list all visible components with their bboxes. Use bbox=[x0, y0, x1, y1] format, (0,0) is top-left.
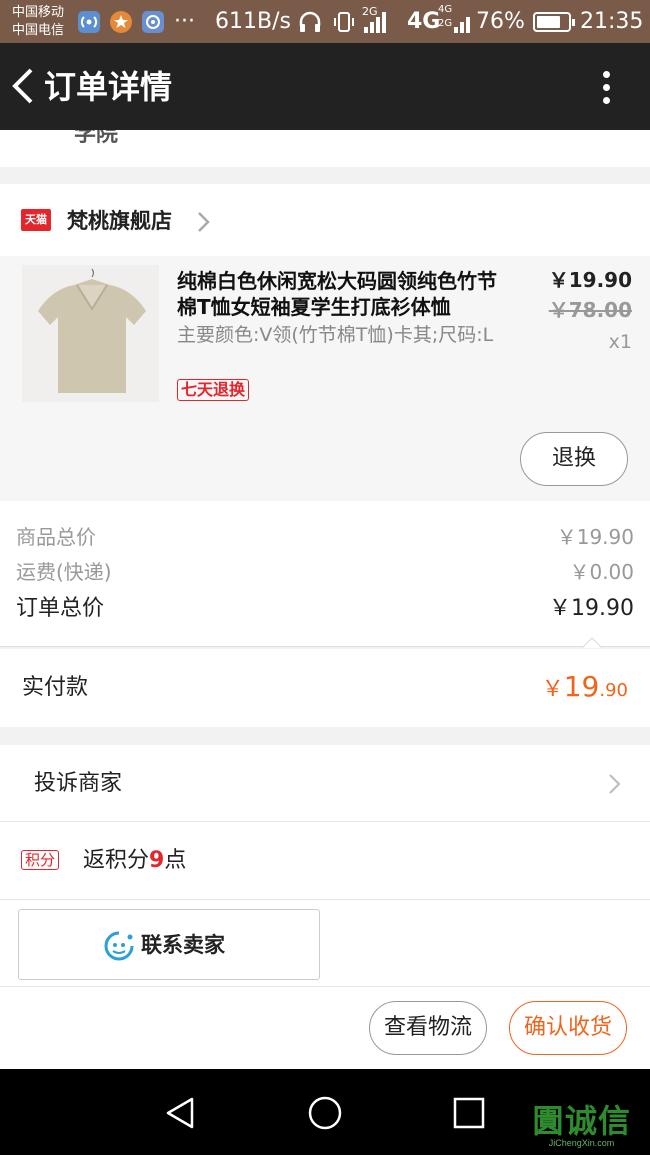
paid-currency: ￥ bbox=[541, 677, 564, 702]
actual-payment-amount: ￥19.90 bbox=[542, 669, 628, 709]
contact-seller-label: 联系卖家 bbox=[141, 933, 225, 957]
complaint-row[interactable]: 投诉商家 bbox=[0, 745, 650, 822]
product-sku: 主要颜色:V领(竹节棉T恤)卡其;尺码:L bbox=[177, 324, 494, 346]
more-menu-icon[interactable] bbox=[600, 71, 612, 107]
product-item[interactable]: 纯棉白色休闲宽松大码圆领纯色竹节棉T恤女短袖夏学生打底衫体恤 主要颜色:V领(竹… bbox=[0, 256, 650, 501]
carrier-1: 中国移动 bbox=[12, 5, 65, 20]
signal-bar-4 bbox=[382, 12, 386, 33]
points-text: 返积分9点 bbox=[83, 846, 186, 876]
shop-row[interactable]: 天猫 梵桃旗舰店 bbox=[0, 184, 650, 256]
back-arrow-icon[interactable] bbox=[10, 68, 38, 104]
app-notification-icon bbox=[142, 11, 164, 33]
star-app-icon bbox=[110, 11, 132, 33]
points-prefix: 返积分 bbox=[83, 848, 150, 873]
shipping-value: ￥0.00 bbox=[569, 560, 634, 584]
net-4g-label: 4G bbox=[407, 9, 441, 34]
product-original-price: ￥78.00 bbox=[548, 298, 632, 322]
signal2-bar-3 bbox=[466, 17, 470, 33]
net-speed: 611B/s bbox=[215, 9, 291, 34]
complaint-label: 投诉商家 bbox=[34, 771, 123, 796]
actual-payment-label: 实付款 bbox=[22, 675, 89, 700]
watermark-logo: 圚诚信 JiChengXin.com bbox=[532, 1104, 631, 1148]
status-bar: 中国移动 中国电信 ··· 611B/s 2G 4G 4G 2G 76% 21:… bbox=[0, 0, 650, 43]
points-row: 积分 返积分9点 bbox=[0, 822, 650, 900]
points-value: 9 bbox=[149, 848, 165, 873]
points-badge-icon: 积分 bbox=[21, 850, 60, 870]
shop-name[interactable]: 梵桃旗舰店 bbox=[67, 206, 172, 236]
shipping-row: 运费(快递) ￥0.00 bbox=[16, 558, 634, 586]
goods-total-row: 商品总价 ￥19.90 bbox=[16, 523, 634, 551]
signal-bar-2 bbox=[370, 22, 374, 33]
points-suffix: 点 bbox=[164, 848, 187, 873]
chevron-right-icon bbox=[196, 211, 212, 233]
vibrate-icon bbox=[332, 10, 356, 38]
hotspot-icon bbox=[78, 11, 100, 33]
chevron-right-icon bbox=[607, 773, 623, 795]
net-4g-small: 4G bbox=[438, 4, 453, 15]
bottom-action-bar: 查看物流 确认收货 bbox=[0, 986, 650, 1069]
order-total-label: 订单总价 bbox=[16, 596, 105, 621]
overflow-dots: ··· bbox=[174, 9, 195, 34]
nav-recents-icon[interactable] bbox=[453, 1097, 485, 1133]
view-logistics-button[interactable]: 查看物流 bbox=[369, 1001, 487, 1055]
confirm-receipt-button[interactable]: 确认收货 bbox=[509, 1001, 627, 1055]
battery-icon bbox=[533, 12, 575, 32]
pointer-notch-icon bbox=[582, 637, 602, 648]
address-tail-text: 学院 bbox=[74, 130, 119, 147]
contact-seller-button[interactable]: 联系卖家 bbox=[18, 909, 320, 980]
signal-bar-3 bbox=[376, 17, 380, 33]
order-total-row: 订单总价 ￥19.90 bbox=[16, 595, 634, 623]
shipping-label: 运费(快递) bbox=[16, 560, 112, 584]
title-bar: 订单详情 bbox=[0, 43, 650, 130]
page-title: 订单详情 bbox=[44, 68, 173, 106]
goods-total-value: ￥19.90 bbox=[556, 525, 634, 549]
carrier-names: 中国移动 中国电信 bbox=[12, 4, 64, 40]
price-summary: 商品总价 ￥19.90 运费(快递) ￥0.00 订单总价 ￥19.90 bbox=[0, 501, 650, 648]
nav-back-icon[interactable] bbox=[164, 1096, 198, 1134]
carrier-2: 中国电信 bbox=[12, 23, 65, 38]
clock: 21:35 bbox=[580, 9, 644, 34]
tmall-logo-icon: 天猫 bbox=[21, 209, 51, 231]
actual-payment-row: 实付款 ￥19.90 bbox=[0, 649, 650, 727]
signal2-bar-1 bbox=[454, 27, 458, 33]
wangwang-chat-icon bbox=[103, 930, 135, 962]
battery-percent: 76% bbox=[476, 9, 525, 34]
watermark-main: 圚诚信 bbox=[532, 1102, 632, 1140]
headphone-icon bbox=[298, 11, 322, 37]
paid-decimal: .90 bbox=[599, 680, 628, 701]
paid-integer: 19 bbox=[563, 670, 600, 703]
order-total-value: ￥19.90 bbox=[549, 596, 634, 621]
product-title[interactable]: 纯棉白色休闲宽松大码圆领纯色竹节棉T恤女短袖夏学生打底衫体恤 bbox=[177, 268, 512, 320]
signal2-bar-2 bbox=[460, 22, 464, 33]
address-card[interactable]: 学院 bbox=[0, 130, 650, 167]
nav-home-icon[interactable] bbox=[307, 1095, 343, 1135]
product-thumbnail[interactable] bbox=[22, 265, 159, 402]
product-price: ￥19.90 bbox=[548, 268, 632, 292]
contact-section: 联系卖家 bbox=[0, 900, 650, 986]
goods-total-label: 商品总价 bbox=[16, 525, 96, 549]
return-exchange-button[interactable]: 退换 bbox=[520, 432, 628, 486]
seven-day-return-badge: 七天退换 bbox=[177, 379, 250, 401]
signal-bar-1 bbox=[364, 27, 368, 33]
product-quantity: x1 bbox=[608, 331, 632, 353]
net-2g-small: 2G bbox=[438, 18, 453, 29]
